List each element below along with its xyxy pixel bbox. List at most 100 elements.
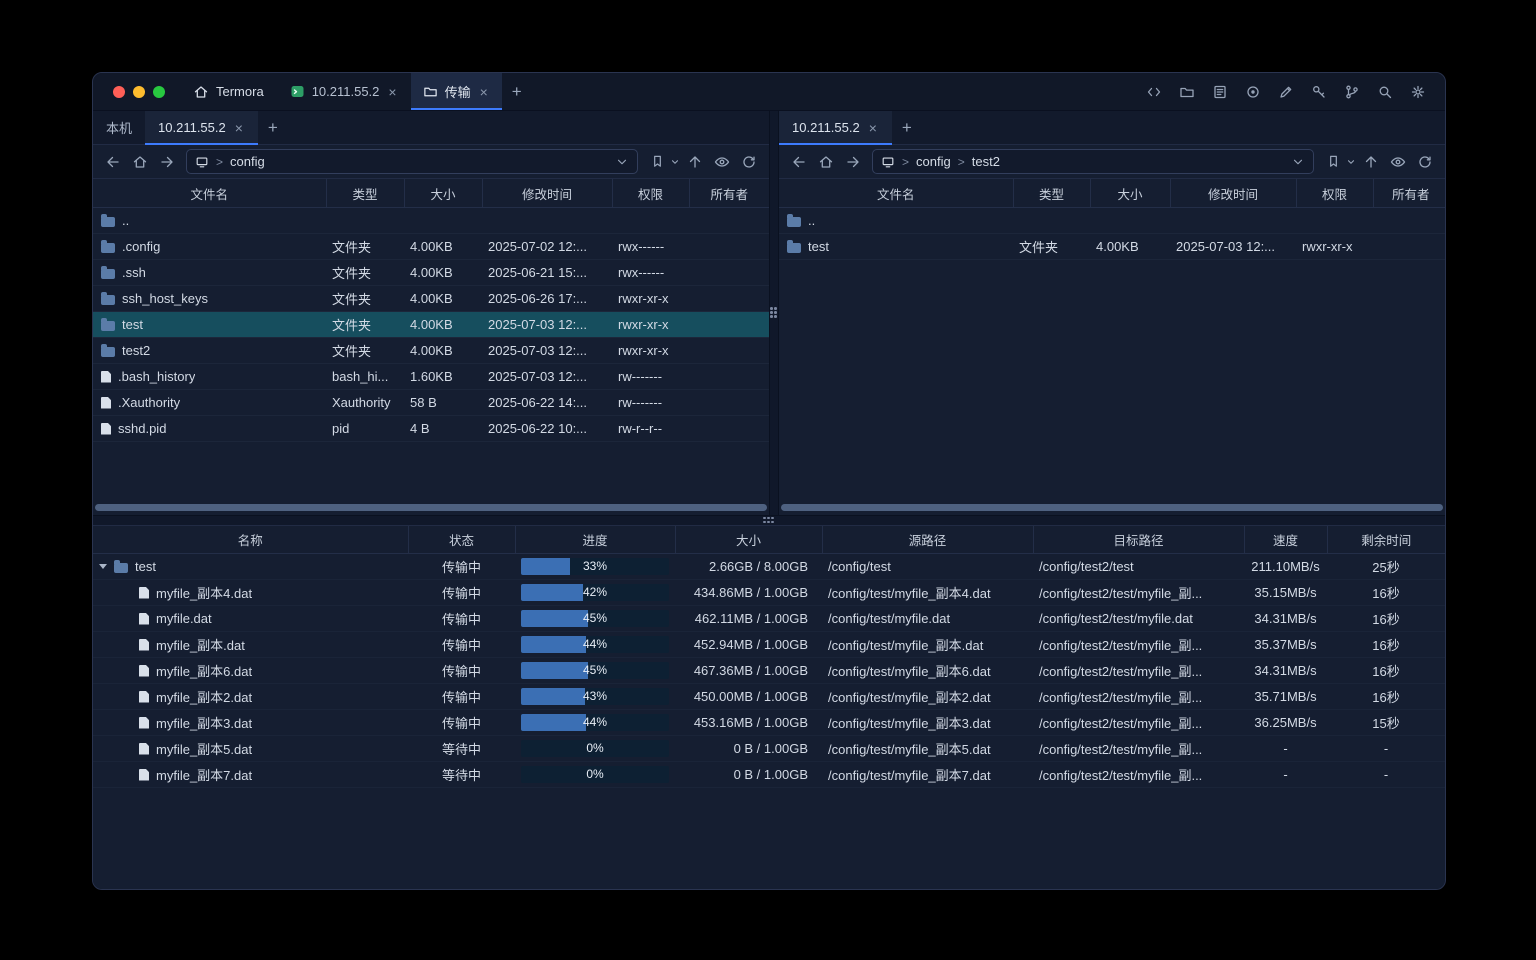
record-icon[interactable] [1242, 81, 1264, 103]
cell-modified: 2025-07-03 12:... [482, 364, 612, 390]
search-icon[interactable] [1374, 81, 1396, 103]
up-directory-icon[interactable] [683, 150, 707, 174]
horizontal-splitter[interactable] [93, 515, 1445, 526]
column-header[interactable]: 修改时间 [1170, 179, 1296, 208]
app-home-tab[interactable]: Termora [179, 73, 278, 110]
right-panel-tabs: 10.211.55.2 × + [779, 111, 1445, 145]
refresh-icon[interactable] [1413, 150, 1437, 174]
column-header[interactable]: 所有者 [689, 179, 769, 208]
vertical-splitter[interactable] [769, 111, 779, 515]
file-row[interactable]: ssh_host_keys 文件夹4.00KB2025-06-26 17:...… [93, 286, 769, 312]
transfer-row[interactable]: myfile.dat 传输中 45% 462.11MB / 1.00GB /co… [93, 606, 1445, 632]
column-header[interactable]: 文件名 [93, 179, 326, 208]
column-header[interactable]: 所有者 [1373, 179, 1446, 208]
transfer-row[interactable]: myfile_副本6.dat 传输中 45% 467.36MB / 1.00GB… [93, 658, 1445, 684]
file-row[interactable]: .config 文件夹4.00KB2025-07-02 12:...rwx---… [93, 234, 769, 260]
column-header[interactable]: 权限 [612, 179, 689, 208]
file-row[interactable]: .Xauthority Xauthority58 B2025-06-22 14:… [93, 390, 769, 416]
minimize-window-button[interactable] [133, 86, 145, 98]
file-row[interactable]: sshd.pid pid4 B2025-06-22 10:...rw-r--r-… [93, 416, 769, 442]
scrollbar-thumb[interactable] [781, 504, 1443, 511]
show-hidden-eye-icon[interactable] [1386, 150, 1410, 174]
close-tab-icon[interactable]: × [867, 120, 879, 136]
transfer-row[interactable]: test 传输中 33% 2.66GB / 8.00GB /config/tes… [93, 554, 1445, 580]
splitter-grip [763, 517, 775, 525]
back-icon[interactable] [101, 150, 125, 174]
bookmark-dropdown-icon[interactable] [1346, 157, 1356, 167]
home-icon[interactable] [814, 150, 838, 174]
folder-icon[interactable] [1176, 81, 1198, 103]
column-header[interactable]: 文件名 [779, 179, 1013, 208]
horizontal-scrollbar [779, 503, 1445, 515]
edit-icon[interactable] [1275, 81, 1297, 103]
new-panel-tab-button[interactable]: + [892, 111, 922, 144]
back-icon[interactable] [787, 150, 811, 174]
transfer-row[interactable]: myfile_副本3.dat 传输中 44% 453.16MB / 1.00GB… [93, 710, 1445, 736]
window-tab-transfer[interactable]: 传输 × [411, 73, 502, 110]
chevron-down-icon[interactable] [1291, 155, 1305, 169]
file-row[interactable]: .. [779, 208, 1446, 234]
forward-icon[interactable] [155, 150, 179, 174]
close-tab-icon[interactable]: × [478, 84, 490, 100]
column-header[interactable]: 状态 [408, 526, 515, 554]
key-icon[interactable] [1308, 81, 1330, 103]
file-icon [139, 665, 149, 677]
column-header[interactable]: 类型 [1013, 179, 1090, 208]
breadcrumb-segment[interactable]: config [916, 154, 951, 169]
tab-host[interactable]: 10.211.55.2 × [145, 111, 258, 144]
column-header[interactable]: 进度 [515, 526, 675, 554]
chevron-down-icon[interactable] [615, 155, 629, 169]
bookmark-icon[interactable] [645, 150, 669, 174]
file-row-selected[interactable]: test 文件夹4.00KB2025-07-03 12:...rwxr-xr-x [93, 312, 769, 338]
up-directory-icon[interactable] [1359, 150, 1383, 174]
settings-gear-icon[interactable] [1407, 81, 1429, 103]
code-icon[interactable] [1143, 81, 1165, 103]
file-row[interactable]: test2 文件夹4.00KB2025-07-03 12:...rwxr-xr-… [93, 338, 769, 364]
new-panel-tab-button[interactable]: + [258, 111, 288, 144]
column-header[interactable]: 修改时间 [482, 179, 612, 208]
new-window-tab-button[interactable]: + [502, 73, 532, 110]
column-header[interactable]: 剩余时间 [1327, 526, 1445, 554]
column-header[interactable]: 大小 [404, 179, 482, 208]
column-header[interactable]: 类型 [326, 179, 404, 208]
forward-icon[interactable] [841, 150, 865, 174]
column-header[interactable]: 大小 [1090, 179, 1170, 208]
close-window-button[interactable] [113, 86, 125, 98]
column-header[interactable]: 源路径 [822, 526, 1033, 554]
transfer-row[interactable]: myfile_副本5.dat 等待中 0% 0 B / 1.00GB /conf… [93, 736, 1445, 762]
breadcrumb-segment[interactable]: test2 [972, 154, 1000, 169]
show-hidden-eye-icon[interactable] [710, 150, 734, 174]
file-row[interactable]: .. [93, 208, 769, 234]
file-row[interactable]: .bash_history bash_hi...1.60KB2025-07-03… [93, 364, 769, 390]
cell-permissions: rwxr-xr-x [612, 286, 689, 312]
branch-icon[interactable] [1341, 81, 1363, 103]
refresh-icon[interactable] [737, 150, 761, 174]
close-tab-icon[interactable]: × [386, 84, 398, 100]
bookmark-dropdown-icon[interactable] [670, 157, 680, 167]
scrollbar-thumb[interactable] [95, 504, 767, 511]
breadcrumb-segment[interactable]: config [230, 154, 265, 169]
window-tab-host[interactable]: 10.211.55.2 × [278, 73, 411, 110]
column-header[interactable]: 速度 [1244, 526, 1327, 554]
column-header[interactable]: 目标路径 [1033, 526, 1244, 554]
path-breadcrumb[interactable]: > config > test2 [872, 149, 1314, 174]
transfer-row[interactable]: myfile_副本7.dat 等待中 0% 0 B / 1.00GB /conf… [93, 762, 1445, 788]
transfer-row[interactable]: myfile_副本.dat 传输中 44% 452.94MB / 1.00GB … [93, 632, 1445, 658]
log-icon[interactable] [1209, 81, 1231, 103]
column-header[interactable]: 名称 [93, 526, 408, 554]
bookmark-icon[interactable] [1321, 150, 1345, 174]
column-header[interactable]: 权限 [1296, 179, 1373, 208]
close-tab-icon[interactable]: × [233, 120, 245, 136]
folder-icon [101, 217, 115, 227]
transfer-row[interactable]: myfile_副本2.dat 传输中 43% 450.00MB / 1.00GB… [93, 684, 1445, 710]
zoom-window-button[interactable] [153, 86, 165, 98]
home-icon[interactable] [128, 150, 152, 174]
column-header[interactable]: 大小 [675, 526, 822, 554]
transfer-row[interactable]: myfile_副本4.dat 传输中 42% 434.86MB / 1.00GB… [93, 580, 1445, 606]
expand-chevron-icon[interactable] [99, 564, 107, 569]
tab-host[interactable]: 10.211.55.2 × [779, 111, 892, 144]
file-row[interactable]: test 文件夹4.00KB2025-07-03 12:...rwxr-xr-x [779, 234, 1446, 260]
path-breadcrumb[interactable]: > config [186, 149, 638, 174]
tab-local[interactable]: 本机 [93, 111, 145, 144]
file-row[interactable]: .ssh 文件夹4.00KB2025-06-21 15:...rwx------ [93, 260, 769, 286]
